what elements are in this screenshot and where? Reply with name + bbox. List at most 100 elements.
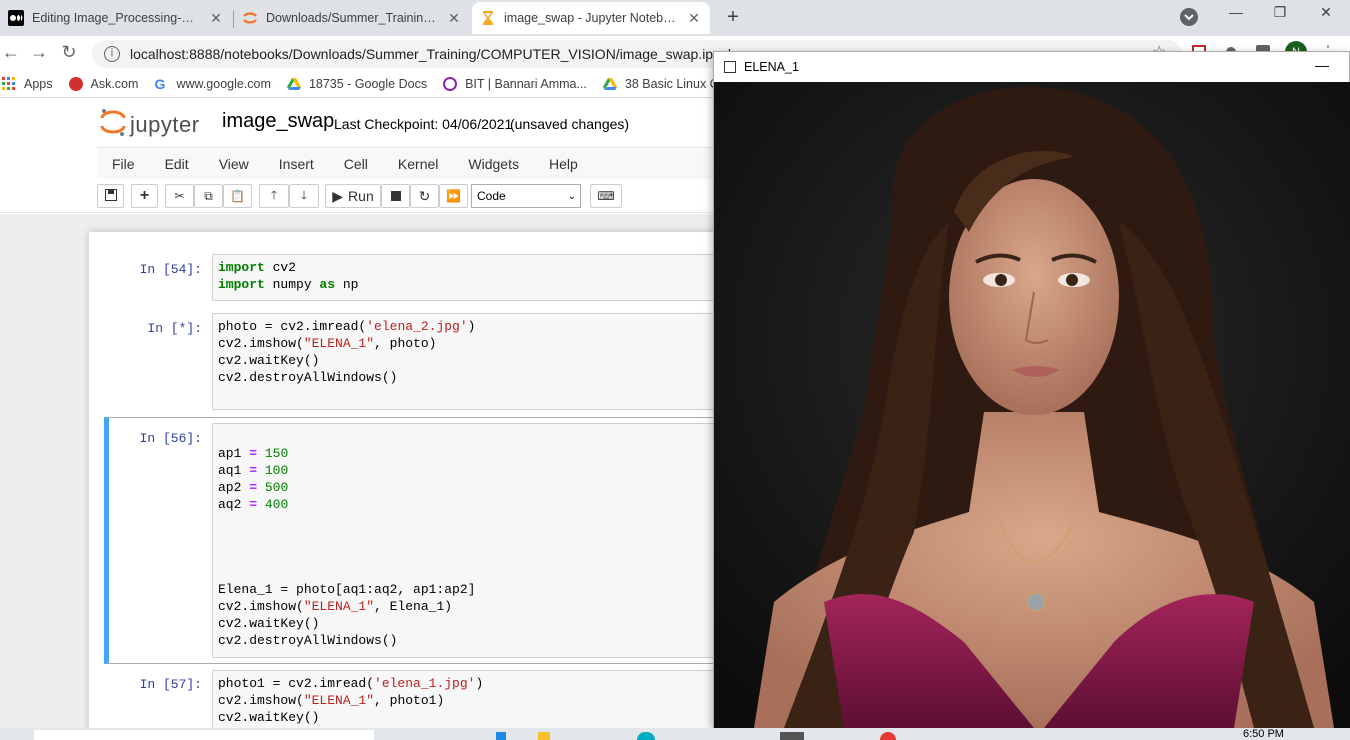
jupyter-logo-icon [100,107,126,142]
move-up-button[interactable]: 🡑 [259,184,289,208]
bookmark-ask[interactable]: Ask.com [68,76,139,91]
bookmark-apps[interactable]: Apps [2,76,53,91]
browser-tab-strip: Editing Image_Processing-Compu ✕ Downloa… [0,0,1350,36]
close-tab-icon[interactable]: ✕ [208,10,224,27]
bookmark-label: www.google.com [176,76,271,91]
copy-icon: ⧉ [204,188,213,203]
scissors-icon: ✂ [174,189,185,203]
opencv-window-titlebar[interactable]: ELENA_1 — [714,52,1349,82]
back-arrow-icon[interactable]: ← [0,42,22,63]
arrow-down-icon: 🡓 [300,187,308,202]
opencv-window[interactable]: ELENA_1 — [713,51,1350,728]
close-tab-icon[interactable]: ✕ [446,10,462,27]
taskbar-app-icon[interactable] [780,732,804,740]
copy-button[interactable]: ⧉ [194,184,223,208]
tab-title: Downloads/Summer_Training/CO [266,11,440,25]
tab-search-icon[interactable] [1180,8,1198,26]
menu-cell[interactable]: Cell [329,156,383,172]
apps-grid-icon [2,76,16,91]
menu-insert[interactable]: Insert [264,156,329,172]
run-label: Run [348,188,374,204]
chrome-icon[interactable] [880,732,896,740]
google-icon: G [154,75,166,92]
cell-type-select[interactable]: Code ⌄ [471,184,581,208]
restart-run-all-button[interactable]: ⏩ [439,184,468,208]
tab-downloads[interactable]: Downloads/Summer_Training/CO ✕ [234,2,470,34]
cell-prompt: In [*]: [147,321,202,336]
url-text: localhost:8888/notebooks/Downloads/Summe… [130,46,736,62]
drive-icon [286,77,301,91]
bookmark-label: Ask.com [90,76,139,91]
close-tab-icon[interactable]: ✕ [686,10,702,27]
bookmark-label: BIT | Bannari Amma... [465,76,587,91]
notebook-name[interactable]: image_swap [222,110,334,133]
tab-image-swap[interactable]: image_swap - Jupyter Notebook ✕ [472,2,710,34]
menu-kernel[interactable]: Kernel [383,156,453,172]
restore-button[interactable]: ❐ [1260,4,1300,21]
opencv-window-title: ELENA_1 [744,60,799,74]
bookmark-label: 18735 - Google Docs [308,76,428,91]
insert-cell-button[interactable]: + [131,184,158,208]
minimize-button[interactable]: — [1315,57,1329,73]
cell-prompt: In [57]: [139,677,202,692]
bookmark-google[interactable]: G www.google.com [154,77,271,91]
bookmark-google-docs[interactable]: 18735 - Google Docs [286,76,428,91]
bit-icon [443,76,458,91]
drive-icon [602,77,617,91]
new-tab-button[interactable]: + [722,6,744,29]
stop-icon [390,191,401,201]
minimize-button[interactable]: — [1216,4,1256,20]
run-button[interactable]: ▶ Run [325,184,381,208]
tab-editing-image-processing[interactable]: Editing Image_Processing-Compu ✕ [0,2,232,34]
plus-icon: + [139,187,150,204]
cell-prompt: In [54]: [139,262,202,277]
window-app-icon [724,61,736,73]
save-button[interactable] [97,184,124,208]
move-down-button[interactable]: 🡓 [289,184,319,208]
cell-type-value: Code [477,189,506,203]
info-icon[interactable]: i [104,46,120,62]
reload-icon[interactable]: ↻ [58,42,80,63]
restart-icon: ↻ [418,187,431,204]
taskbar-app-icon[interactable] [496,732,506,740]
taskbar-search-box[interactable] [34,730,374,740]
command-palette-button[interactable]: ⌨ [590,184,622,208]
forward-arrow-icon[interactable]: → [28,42,50,63]
tab-title: Editing Image_Processing-Compu [32,11,202,25]
taskbar-app-icon[interactable] [637,732,655,740]
jupyter-logo[interactable]: jupyter [100,107,200,142]
menu-file[interactable]: File [97,156,150,172]
hourglass-icon [480,10,496,26]
windows-taskbar: 6:50 PM [0,728,1350,740]
menu-widgets[interactable]: Widgets [453,156,534,172]
ask-icon [68,76,83,91]
play-icon: ▶ [332,187,344,204]
portrait-photo-illustration [714,82,1350,728]
keyboard-icon: ⌨ [597,189,615,203]
cell-prompt: In [56]: [139,431,202,446]
fast-forward-icon: ⏩ [446,189,461,203]
paste-button[interactable]: 📋 [223,184,252,208]
tab-title: image_swap - Jupyter Notebook [504,11,680,25]
restart-button[interactable]: ↻ [410,184,439,208]
menu-edit[interactable]: Edit [150,156,204,172]
cut-button[interactable]: ✂ [165,184,194,208]
arrow-up-icon: 🡑 [270,187,278,202]
medium-icon [8,10,24,26]
bookmark-bit[interactable]: BIT | Bannari Amma... [443,76,587,91]
save-icon [104,188,117,204]
folder-icon[interactable] [538,732,550,740]
paste-icon: 📋 [230,189,245,203]
bookmark-label: Apps [24,76,53,91]
close-window-button[interactable]: ✕ [1306,4,1346,21]
jupyter-icon [242,10,258,26]
interrupt-button[interactable] [381,184,410,208]
displayed-photo [714,82,1350,728]
menu-view[interactable]: View [204,156,264,172]
clock: 6:50 PM [1243,728,1284,740]
checkpoint-status: Last Checkpoint: 04/06/2021 [334,116,513,132]
jupyter-logo-text: jupyter [130,111,200,137]
chevron-down-icon: ⌄ [567,190,576,202]
menu-help[interactable]: Help [534,156,593,172]
autosave-status: (unsaved changes) [510,116,630,132]
